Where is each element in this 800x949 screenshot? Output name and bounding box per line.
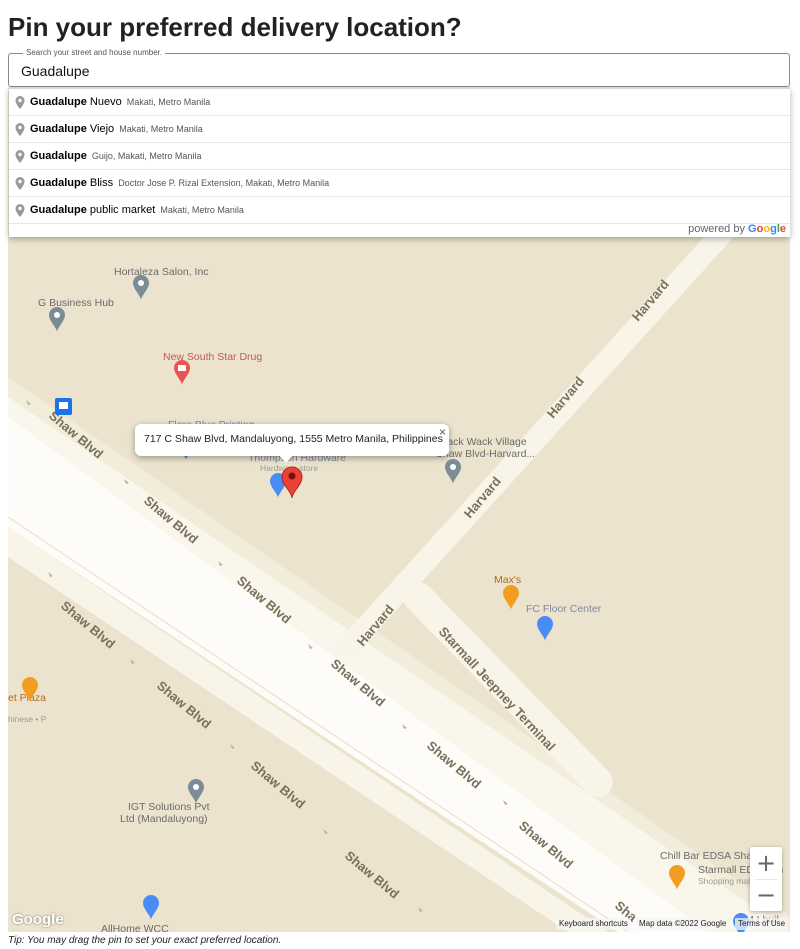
google-map-logo[interactable]: Google: [12, 911, 64, 928]
road-label-shaw-10: Shaw Blvd: [342, 848, 402, 902]
location-pin-icon: [15, 150, 25, 163]
poi-label-g-business: G Business Hub: [38, 297, 114, 309]
autocomplete-dropdown[interactable]: Guadalupe Nuevo Makati, Metro Manila Gua…: [9, 88, 790, 237]
search-label: Search your street and house number.: [23, 48, 166, 58]
info-window-address: 717 C Shaw Blvd, Mandaluyong, 1555 Metro…: [144, 433, 443, 445]
poi-label-hortaleza: Hortaleza Salon, Inc: [114, 266, 209, 278]
poi-label-shaw-harvard: Shaw Blvd-Harvard...: [436, 448, 535, 460]
powered-by-google: powered by Google: [688, 223, 786, 235]
poi-label-maxs: Max's: [494, 574, 521, 586]
info-window: 717 C Shaw Blvd, Mandaluyong, 1555 Metro…: [135, 424, 449, 463]
zoom-out-button[interactable]: −: [750, 879, 782, 911]
poi-label-chinese: hinese • P: [8, 714, 47, 724]
suggestion-secondary: Guijo, Makati, Metro Manila: [91, 151, 202, 161]
close-icon[interactable]: ×: [439, 425, 446, 439]
suggestion-match: Guadalupe: [30, 150, 87, 162]
suggestion-match: Guadalupe: [30, 204, 87, 216]
zoom-control: + −: [750, 847, 782, 911]
keyboard-shortcuts-link[interactable]: Keyboard shortcuts: [556, 918, 631, 930]
location-pin-icon: [15, 96, 25, 109]
poi-pin-allhome: [143, 895, 159, 920]
page-title: Pin your preferred delivery location?: [8, 12, 462, 42]
suggestion-item[interactable]: Guadalupe Guijo, Makati, Metro Manila: [9, 143, 790, 170]
location-pin-icon: [15, 204, 25, 217]
poi-label-chill-bar: Chill Bar EDSA Sha: [660, 850, 752, 862]
poi-pin-hortaleza: [133, 275, 149, 300]
poi-label-black-wack: Black Wack Village: [438, 436, 527, 448]
suggestion-rest: public market: [86, 204, 156, 216]
suggestion-item[interactable]: Guadalupe public market Makati, Metro Ma…: [9, 197, 790, 224]
google-logo-letter: g: [770, 223, 777, 235]
suggestion-secondary: Doctor Jose P. Rizal Extension, Makati, …: [118, 178, 330, 188]
poi-pin-fc-floor: [537, 616, 553, 641]
google-wordmark: Google: [748, 223, 786, 235]
poi-label-allhome: AllHome WCC: [101, 923, 169, 932]
map-data-attribution: Map data ©2022 Google: [636, 918, 730, 930]
location-pin[interactable]: [281, 466, 303, 499]
poi-pin-new-south-star: [174, 360, 190, 385]
suggestion-secondary: Makati, Metro Manila: [160, 205, 244, 215]
drag-tip: Tip: You may drag the pin to set your ex…: [8, 935, 282, 946]
suggestion-match: Guadalupe: [30, 96, 87, 108]
suggestion-match: Guadalupe: [30, 123, 87, 135]
suggestion-rest: Nuevo: [86, 96, 122, 108]
shaw-blvd-edge: [8, 377, 790, 932]
search-field[interactable]: Search your street and house number.: [8, 48, 790, 87]
location-pin-icon: [15, 177, 25, 190]
suggestion-match: Guadalupe: [30, 177, 87, 189]
info-window-tail: [279, 455, 293, 463]
poi-label-shopping-mall: Shopping mall: [698, 876, 752, 886]
poi-label-igt-2: Ltd (Mandaluyong): [120, 813, 208, 825]
suggestion-rest: Bliss: [86, 177, 114, 189]
powered-by-text: powered by: [688, 223, 745, 235]
suggestion-item[interactable]: Guadalupe Bliss Doctor Jose P. Rizal Ext…: [9, 170, 790, 197]
suggestion-rest: Viejo: [86, 123, 115, 135]
google-logo-letter: e: [779, 223, 786, 235]
suggestion-item[interactable]: Guadalupe Nuevo Makati, Metro Manila: [9, 89, 790, 116]
suggestion-item[interactable]: Guadalupe Viejo Makati, Metro Manila: [9, 116, 790, 143]
poi-pin-maxs: [503, 585, 519, 610]
suggestion-secondary: Makati, Metro Manila: [119, 124, 203, 134]
zoom-in-button[interactable]: +: [750, 847, 782, 879]
road-label-shaw-9: Shaw Blvd: [248, 758, 308, 812]
terms-of-use-link[interactable]: Terms of Use: [735, 918, 789, 930]
poi-pin-black-wack: [445, 459, 461, 484]
poi-label-igt: IGT Solutions Pvt: [128, 801, 210, 813]
search-input[interactable]: [21, 60, 761, 82]
location-pin-icon: [15, 123, 25, 136]
poi-pin-g-business: [49, 307, 65, 332]
poi-label-fc-floor: FC Floor Center: [526, 603, 602, 615]
suggestion-secondary: Makati, Metro Manila: [126, 97, 211, 107]
google-logo-letter: G: [748, 223, 757, 235]
